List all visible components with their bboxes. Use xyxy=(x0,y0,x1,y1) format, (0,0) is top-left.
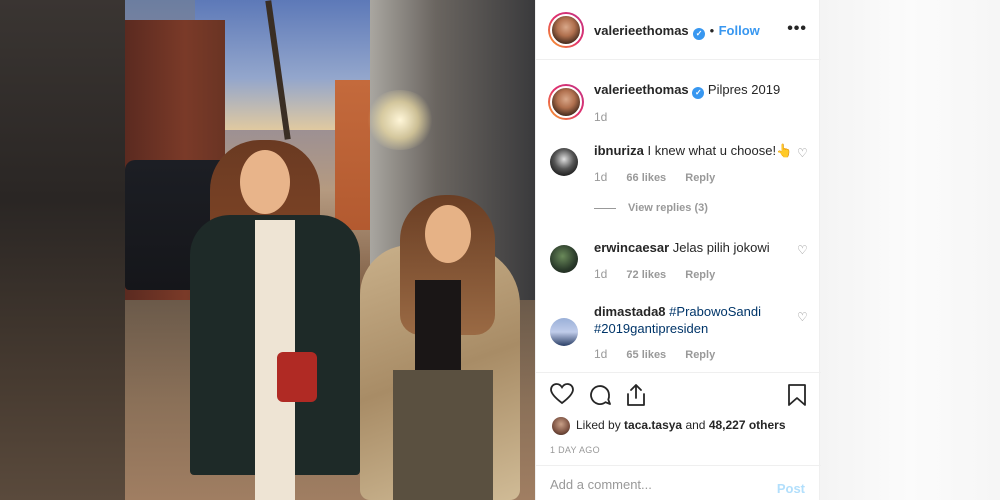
comment-text: Jelas pilih jokowi xyxy=(672,240,770,255)
commenter-avatar[interactable] xyxy=(550,318,578,346)
blurred-background-left xyxy=(0,0,125,500)
post-actions: Liked by taca.tasya and 48,227 others 1 … xyxy=(536,372,821,464)
commenter-avatar[interactable] xyxy=(550,148,578,176)
heart-icon[interactable] xyxy=(550,383,574,410)
comment-likes[interactable]: 72 likes xyxy=(626,269,666,281)
comment-like-icon[interactable]: ♡ xyxy=(797,310,809,324)
verified-icon: ✓ xyxy=(693,28,706,40)
commenter-avatar[interactable] xyxy=(550,245,578,273)
likes-summary: Liked by taca.tasya and 48,227 others xyxy=(552,417,786,435)
share-icon[interactable] xyxy=(625,383,647,412)
comment-reply-button[interactable]: Reply xyxy=(685,269,715,281)
pointing-up-emoji: 👆 xyxy=(776,143,793,158)
bookmark-icon[interactable] xyxy=(787,383,807,412)
author-avatar[interactable] xyxy=(548,12,584,48)
post-comment-button[interactable]: Post xyxy=(777,481,805,496)
caption-text: Pilpres 2019 xyxy=(707,82,781,97)
comment-username[interactable]: ibnuriza xyxy=(594,143,644,158)
post-detail-panel: valerieethomas ✓ • Follow ••• valerieeth… xyxy=(535,0,821,500)
comment-time[interactable]: 1d xyxy=(594,267,607,281)
post-photo[interactable] xyxy=(125,0,535,500)
hashtag-link[interactable]: #PrabowoSandi xyxy=(669,304,761,319)
comment-item: erwincaesar Jelas pilih jokowi ♡ 1d 72 l… xyxy=(536,240,821,305)
comment-likes[interactable]: 66 likes xyxy=(626,172,666,184)
comment-reply-button[interactable]: Reply xyxy=(685,349,715,361)
comment-like-icon[interactable]: ♡ xyxy=(797,243,809,257)
likes-count[interactable]: 48,227 others xyxy=(709,418,786,432)
likes-and: and xyxy=(685,418,706,433)
caption-time[interactable]: 1d xyxy=(594,110,607,124)
comment-item: dimastada8 #PrabowoSandi #2019gantipresi… xyxy=(536,304,821,378)
separator-dot: • xyxy=(709,23,715,38)
comment-reply-button[interactable]: Reply xyxy=(685,172,715,184)
comment-time[interactable]: 1d xyxy=(594,347,607,361)
add-comment-input[interactable] xyxy=(550,474,765,494)
blurred-background-right xyxy=(820,0,1000,500)
comment-item: ibnuriza I knew what u choose!👆 ♡ 1d 66 … xyxy=(536,143,821,208)
author-username[interactable]: valerieethomas xyxy=(594,23,689,38)
verified-icon: ✓ xyxy=(692,87,705,99)
caption-avatar[interactable] xyxy=(548,84,584,120)
comment-username[interactable]: dimastada8 xyxy=(594,304,666,319)
more-icon[interactable]: ••• xyxy=(787,20,807,38)
caption-username[interactable]: valerieethomas xyxy=(594,82,689,97)
likes-prefix: Liked by xyxy=(576,418,621,433)
comment-like-icon[interactable]: ♡ xyxy=(797,146,809,160)
liker-avatar[interactable] xyxy=(552,417,570,435)
comment-username[interactable]: erwincaesar xyxy=(594,240,669,255)
liker-username[interactable]: taca.tasya xyxy=(624,418,682,432)
comment-text: I knew what u choose! xyxy=(647,143,777,158)
caption: valerieethomas ✓ Pilpres 2019 1d xyxy=(536,82,821,134)
comment-likes[interactable]: 65 likes xyxy=(626,349,666,361)
comment-icon[interactable] xyxy=(588,383,612,412)
hashtag-link[interactable]: #2019gantipresiden xyxy=(594,321,708,336)
post-header: valerieethomas ✓ • Follow ••• xyxy=(536,0,821,60)
comment-time[interactable]: 1d xyxy=(594,170,607,184)
post-date[interactable]: 1 DAY AGO xyxy=(550,445,600,455)
add-comment-bar: Post xyxy=(536,465,821,500)
view-replies-button[interactable]: View replies (3) xyxy=(594,202,708,214)
follow-button[interactable]: Follow xyxy=(719,23,760,38)
